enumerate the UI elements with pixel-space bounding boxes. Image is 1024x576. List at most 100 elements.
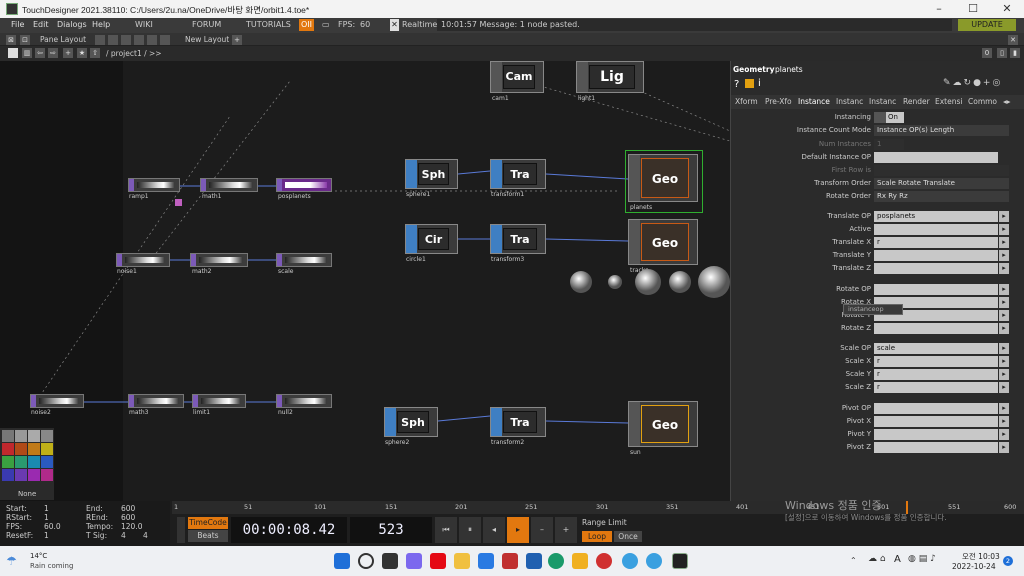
back-icon[interactable]: ⇦ [35,48,45,58]
network-path[interactable]: / project1 / >> [106,49,162,58]
posplanets-chop[interactable] [276,178,332,192]
split-view-icon[interactable]: ▯ [997,48,1007,58]
param-num-instances[interactable]: Num Instances 1 [731,138,1024,151]
math3-chop[interactable] [128,394,184,408]
mail-icon[interactable] [478,553,494,569]
add-icon[interactable]: + [63,48,73,58]
timecode-toggle[interactable]: TimeCode [188,517,228,529]
param-rotate-op[interactable]: Rotate OP ▸ [731,283,1024,296]
python-help-icon[interactable] [745,79,754,88]
scale-chop[interactable] [276,253,332,267]
circle1-sop[interactable]: Cir [405,224,458,254]
pane-layout-label[interactable]: Pane Layout [40,35,86,44]
loop-toggle[interactable]: Loop [582,531,612,542]
chat-icon[interactable] [406,553,422,569]
noise2-chop[interactable] [30,394,84,408]
noise1-chop[interactable] [116,253,170,267]
param-active[interactable]: Active ▸ [731,223,1024,236]
tab-xform[interactable]: Xform [735,97,758,106]
clock-time[interactable]: 오전 10:03 [962,551,1000,562]
tab-common[interactable]: Commo [968,97,997,106]
pane-icon-4[interactable] [134,35,144,45]
forward-icon[interactable]: ⇨ [48,48,58,58]
bookmark-icon[interactable]: ★ [77,48,87,58]
param-translate-op[interactable]: Translate OP posplanets ▸ [731,210,1024,223]
timecode-display[interactable]: 00:00:08.42 [231,517,347,543]
menu-dialogs[interactable]: Dialogs [57,20,87,29]
zero-button[interactable]: 0 [982,48,992,58]
oii-badge[interactable]: OII [299,19,315,31]
store-icon[interactable] [526,553,542,569]
menu-help[interactable]: Help [92,20,110,29]
tray-icons[interactable]: ☁ ⌂ [868,554,886,564]
ramp1-flag-icon[interactable] [175,199,182,206]
pause-icon[interactable]: ⏸ [459,517,481,543]
param-scale-z[interactable]: Scale Zr ▸ [731,381,1024,394]
chrome-icon-2[interactable] [646,553,662,569]
param-translate-x[interactable]: Translate Xr ▸ [731,236,1024,249]
planets-geo[interactable]: Geo [628,154,698,202]
param-scale-y[interactable]: Scale Yr ▸ [731,368,1024,381]
param-instance-count-mode[interactable]: Instance Count Mode Instance OP(s) Length [731,124,1024,137]
param-translate-z[interactable]: Translate Z ▸ [731,262,1024,275]
tab-render[interactable]: Render [903,97,930,106]
light-comp[interactable]: Lig [576,61,644,93]
settings-icon[interactable]: ▮ [1010,48,1020,58]
home-icon[interactable] [8,48,18,58]
pane-icon-6[interactable] [160,35,170,45]
info-icon[interactable]: i [758,78,761,89]
chrome-icon[interactable] [622,553,638,569]
task-view-icon[interactable] [382,553,398,569]
cam-comp[interactable]: Cam [490,61,544,93]
panel-tools-icon[interactable]: ✎☁↻●+◎ [943,78,1002,88]
folder-icon[interactable] [572,553,588,569]
notification-badge[interactable]: 2 [1003,556,1013,566]
forum-button[interactable]: FORUM [192,19,221,31]
tray-arrow-icon[interactable]: ⌃ [850,556,857,565]
param-pivot-z[interactable]: Pivot Z ▸ [731,441,1024,454]
param-first-row[interactable]: First Row is [731,164,1024,177]
pane-split-icon[interactable]: ⊠ [6,35,16,45]
explorer-icon[interactable] [454,553,470,569]
network-editor[interactable]: Cam cam1 Lig light1 Sph sphere1 Tra tran… [0,61,730,501]
sun-geo[interactable]: Geo [628,401,698,447]
param-instancing[interactable]: Instancing On [731,111,1024,124]
menu-edit[interactable]: Edit [33,20,49,29]
transform1-sop[interactable]: Tra [490,159,546,189]
realtime-checkbox[interactable]: ✕ [390,19,399,31]
grid-icon[interactable]: ▥ [22,48,32,58]
tracks-geo[interactable]: Geo [628,219,698,265]
math2-chop[interactable] [190,253,248,267]
help-icon[interactable]: ? [734,79,739,90]
tab-instance[interactable]: Instance [798,97,830,106]
once-toggle[interactable]: Once [614,531,642,542]
limit1-chop[interactable] [192,394,246,408]
pane-icon-5[interactable] [147,35,157,45]
param-rotate-order[interactable]: Rotate Order Rx Ry Rz [731,190,1024,203]
sphere2-sop[interactable]: Sph [384,407,438,437]
step-back-icon[interactable]: – [531,517,553,543]
new-layout-label[interactable]: New Layout [185,35,229,44]
pane-icon-3[interactable] [121,35,131,45]
math1-chop[interactable] [200,178,258,192]
netflix-icon[interactable] [430,553,446,569]
param-pivot-op[interactable]: Pivot OP ▸ [731,402,1024,415]
tab-instance-3[interactable]: Instanc [869,97,896,106]
office-icon[interactable] [502,553,518,569]
rewind-icon[interactable]: ⏮ [435,517,457,543]
weather-status[interactable]: Rain coming [30,562,73,570]
app-icon-red[interactable] [596,553,612,569]
play-reverse-icon[interactable]: ◂ [483,517,505,543]
ramp1-chop[interactable] [128,178,180,192]
transform3-sop[interactable]: Tra [490,224,546,254]
param-translate-y[interactable]: Translate Y ▸ [731,249,1024,262]
pane-close-icon[interactable]: ✕ [1008,35,1018,45]
menu-file[interactable]: File [11,20,24,29]
update-button[interactable]: UPDATE [958,19,1016,31]
beats-toggle[interactable]: Beats [188,530,228,542]
search-icon[interactable] [358,553,374,569]
null2-chop[interactable] [276,394,332,408]
network-icon[interactable]: ◍ ▤ ♪ [908,554,936,564]
close-icon[interactable]: ✕ [990,0,1024,18]
color-palette[interactable]: None [0,428,54,500]
